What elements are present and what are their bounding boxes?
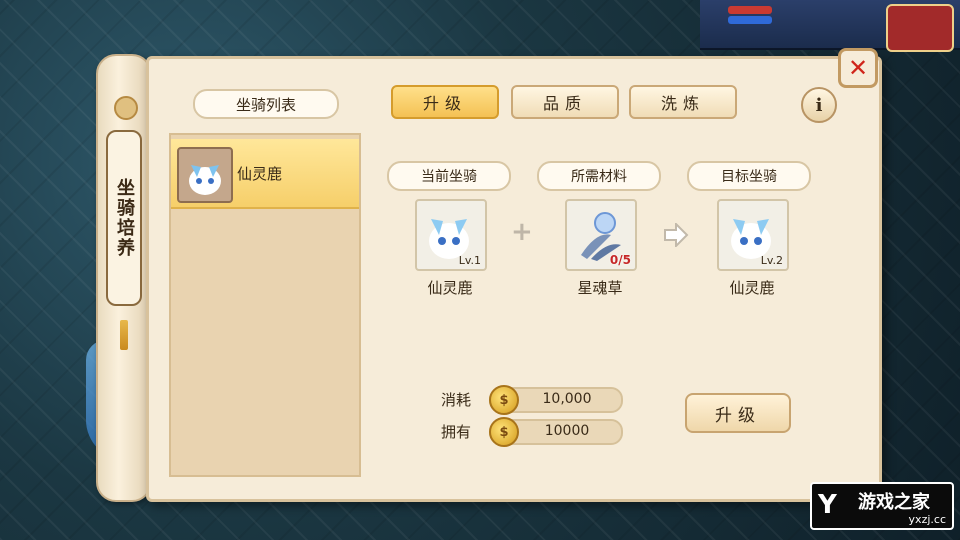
required-material-header: 所需材料 [537, 161, 661, 191]
material-count: 0/5 [609, 253, 631, 267]
consume-bar: $ 10,000 [489, 385, 623, 415]
logo-mark-icon: Y [818, 490, 837, 520]
level-badge: Lv.2 [760, 254, 783, 267]
current-mount-slot[interactable]: Lv.1 [415, 199, 487, 271]
consume-label: 消耗 [441, 391, 472, 409]
scroll-tab-label: 坐骑培养 [114, 178, 135, 258]
scroll-tab-frame: 坐骑培养 [106, 130, 142, 306]
material-name: 星魂草 [577, 279, 623, 297]
close-button[interactable]: ✕ [838, 48, 878, 88]
mount-list: 仙灵鹿 [169, 133, 361, 477]
logo-url: yxzj.cc [908, 513, 946, 526]
upgrade-button[interactable]: 升级 [685, 393, 791, 433]
scroll-knob-icon [114, 96, 138, 120]
tab-refine[interactable]: 洗炼 [629, 85, 737, 119]
tab-quality[interactable]: 品质 [511, 85, 619, 119]
target-mount-name: 仙灵鹿 [729, 279, 775, 297]
watermark-logo: Y 游戏之家 yxzj.cc [810, 482, 954, 530]
tassel-icon [120, 320, 128, 350]
hp-bar [728, 6, 772, 14]
target-mount-slot[interactable]: Lv.2 [717, 199, 789, 271]
own-value: 10000 [544, 423, 590, 439]
consume-value: 10,000 [542, 391, 592, 407]
arrow-right-icon [664, 223, 689, 247]
mount-list-item[interactable]: 仙灵鹿 [171, 139, 359, 209]
own-label: 拥有 [441, 423, 472, 441]
mount-panel: 坐骑列表 仙灵鹿 升级 品质 洗炼 i 当前坐骑 所需材料 目标坐骑 Lv.1 … [146, 56, 882, 502]
mount-name: 仙灵鹿 [237, 165, 283, 183]
mount-cultivation-scroll-tab[interactable]: 坐骑培养 [96, 54, 152, 502]
coin-icon: $ [489, 385, 519, 415]
material-slot[interactable]: 0/5 [565, 199, 637, 271]
top-hud [700, 0, 960, 52]
tab-upgrade[interactable]: 升级 [391, 85, 499, 119]
own-bar: $ 10000 [489, 417, 623, 447]
mp-bar [728, 16, 772, 24]
mount-list-column: 坐骑列表 仙灵鹿 [169, 85, 361, 479]
current-mount-header: 当前坐骑 [387, 161, 511, 191]
plus-icon: + [511, 217, 533, 247]
player-portrait[interactable] [886, 4, 954, 52]
target-mount-header: 目标坐骑 [687, 161, 811, 191]
deer-mount-icon [177, 147, 233, 203]
logo-brand: 游戏之家 [858, 492, 930, 513]
current-mount-name: 仙灵鹿 [427, 279, 473, 297]
info-button[interactable]: i [801, 87, 837, 123]
coin-icon: $ [489, 417, 519, 447]
mount-list-title: 坐骑列表 [193, 89, 339, 119]
level-badge: Lv.1 [458, 254, 481, 267]
